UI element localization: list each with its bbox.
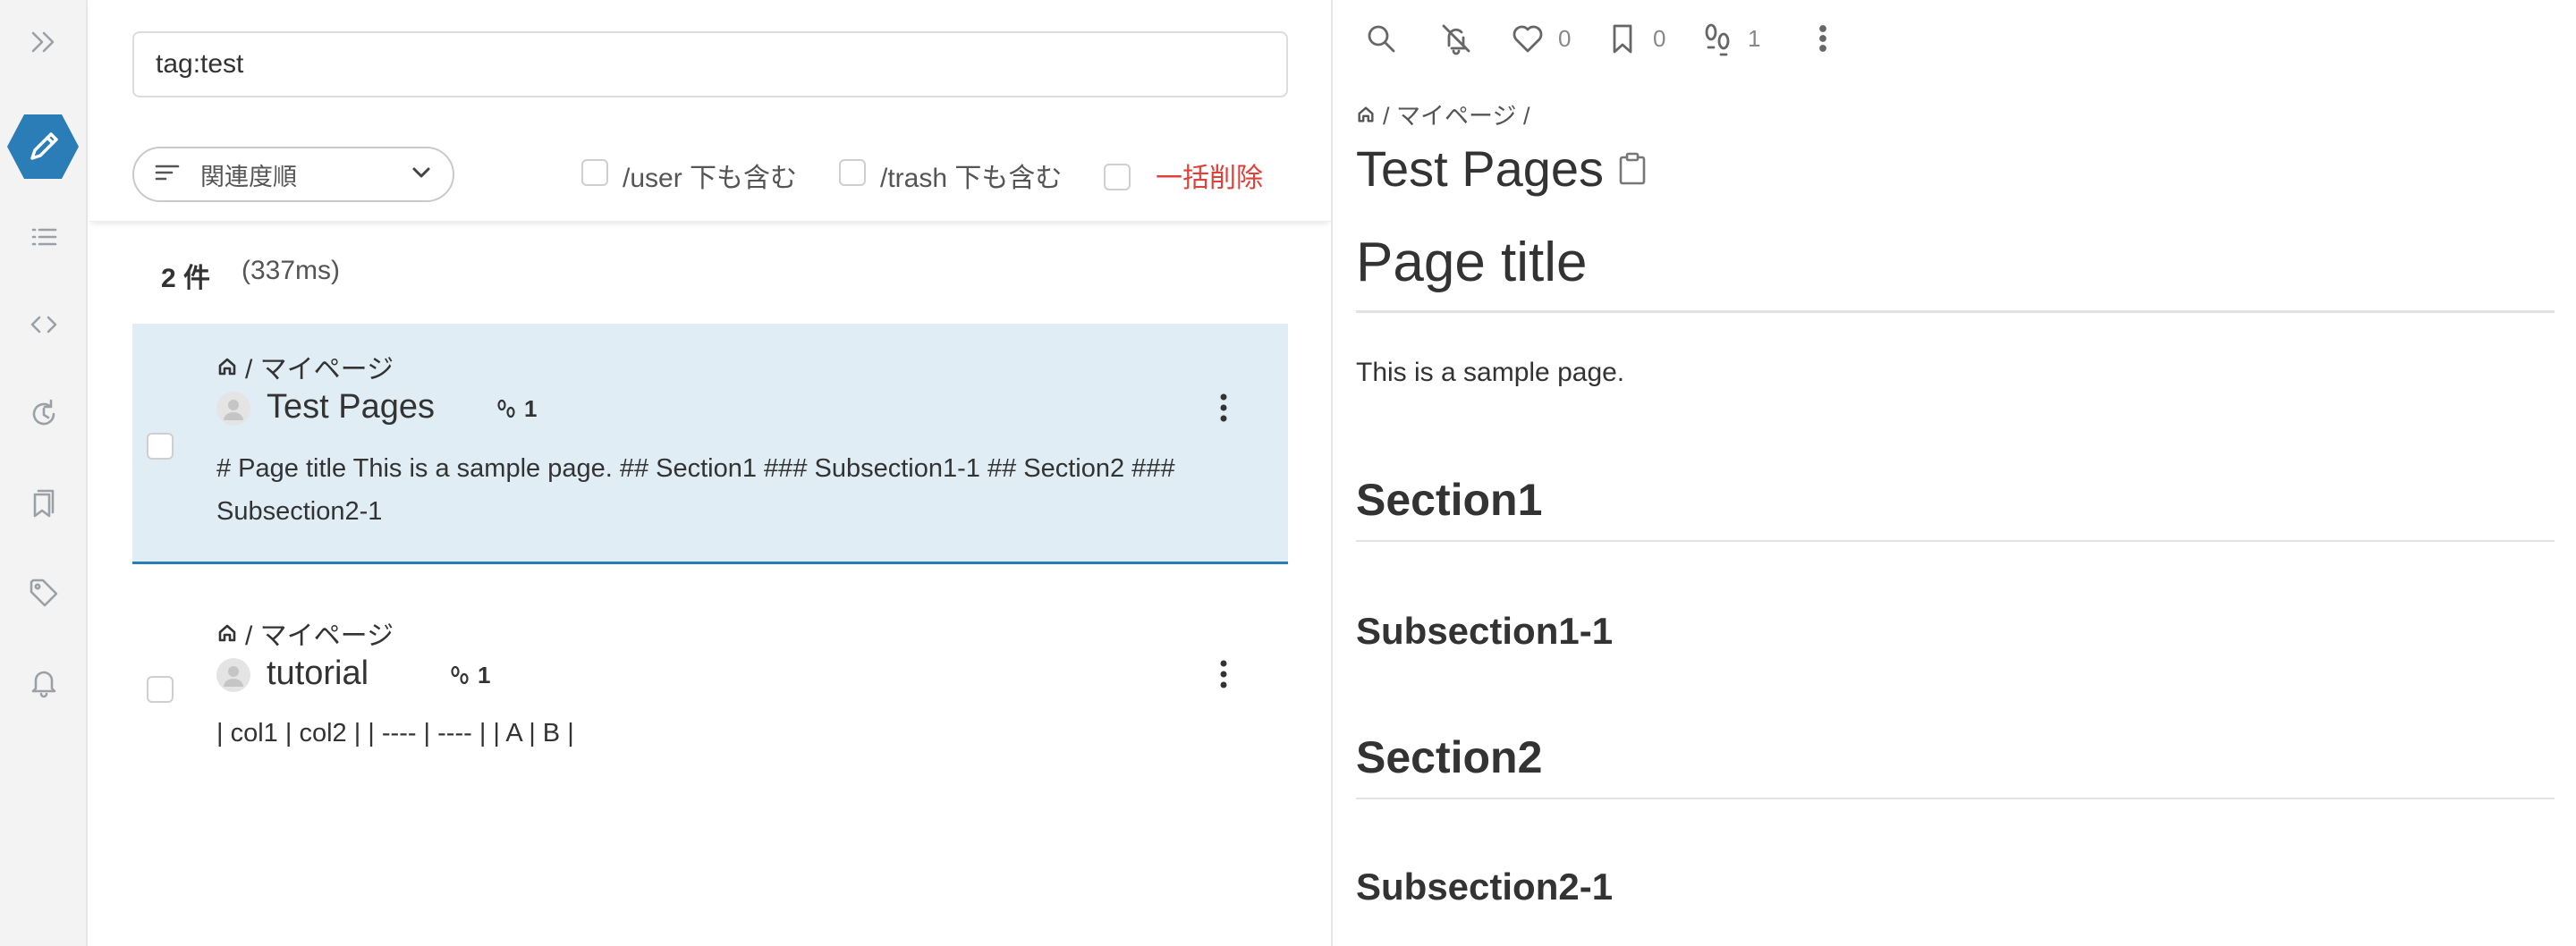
- breadcrumb[interactable]: / マイページ /: [1356, 97, 1530, 131]
- bookmarks-icon: [33, 489, 55, 518]
- seen-users-count: 1: [1748, 24, 1761, 52]
- like-count: 0: [1558, 24, 1572, 52]
- clipboard-icon: [1619, 152, 1646, 185]
- page-title: Test Pages: [1356, 140, 1605, 197]
- result-menu-button[interactable]: [1206, 386, 1241, 429]
- content-heading-subsection1-1: Subsection1-1: [1356, 610, 1614, 652]
- more-options-button[interactable]: [1805, 16, 1841, 61]
- expand-sidebar-button[interactable]: [0, 2, 88, 82]
- code-icon: [30, 316, 57, 334]
- footprints-icon: [497, 399, 515, 418]
- bell-icon: [31, 671, 56, 698]
- like-button[interactable]: 0: [1510, 16, 1571, 61]
- result-path-text: / マイページ: [245, 621, 394, 651]
- include-user-label: /user 下も含む: [623, 164, 798, 193]
- user-icon: [224, 666, 243, 687]
- home-icon: [218, 358, 236, 376]
- sidebar: [0, 0, 88, 946]
- result-time: (337ms): [242, 256, 341, 285]
- bulk-select-checkbox[interactable]: [1104, 164, 1131, 190]
- page-preview: 0 0 1 / マイページ / Test Pages Page title Th…: [1333, 0, 2576, 946]
- more-vertical-icon: [1220, 393, 1227, 422]
- search-icon: [1368, 25, 1395, 53]
- home-icon: [218, 624, 236, 642]
- bulk-delete-button[interactable]: 一括削除: [1156, 156, 1263, 195]
- more-vertical-icon: [1819, 25, 1826, 52]
- result-path[interactable]: / マイページ: [216, 347, 394, 386]
- include-trash-checkbox[interactable]: [839, 159, 866, 186]
- result-path-text: / マイページ: [245, 355, 394, 384]
- home-icon: [1358, 106, 1374, 122]
- recent-changes-icon: [32, 399, 55, 426]
- seen-users-count: 1: [494, 395, 537, 423]
- seen-count: 1: [478, 662, 491, 688]
- sort-select-label: 関連度順: [200, 163, 297, 190]
- include-trash-label: /trash 下も含む: [880, 164, 1063, 193]
- breadcrumb-text: / マイページ /: [1383, 103, 1530, 130]
- search-header: 関連度順 /user 下も含む /trash 下も含む 一括削除: [89, 0, 1331, 222]
- sort-select[interactable]: 関連度順: [132, 147, 454, 202]
- result-menu-button[interactable]: [1206, 653, 1241, 696]
- double-chevron-right-icon: [31, 31, 55, 53]
- result-checkbox[interactable]: [147, 676, 174, 703]
- result-item[interactable]: / マイページ Test Pages 1 # Page title This i…: [132, 324, 1288, 564]
- sidebar-item-recent-changes[interactable]: [0, 374, 88, 454]
- content-heading-section2: Section2: [1356, 731, 2555, 799]
- search-results-panel: 関連度順 /user 下も含む /trash 下も含む 一括削除 2 件 (33…: [89, 0, 1331, 946]
- result-title[interactable]: tutorial: [267, 655, 369, 693]
- result-snippet: # Page title This is a sample page. ## S…: [216, 454, 1175, 526]
- sidebar-item-page-tree[interactable]: [0, 197, 88, 277]
- footprints-icon: [1705, 23, 1730, 56]
- result-checkbox[interactable]: [147, 433, 174, 460]
- search-button[interactable]: [1363, 16, 1399, 61]
- edit-icon: [7, 114, 79, 179]
- avatar: [216, 658, 250, 692]
- sidebar-item-bookmarks[interactable]: [0, 463, 88, 544]
- user-icon: [224, 400, 243, 420]
- content-heading-subsection2-1: Subsection2-1: [1356, 866, 1614, 908]
- chevron-down-icon: [410, 161, 433, 189]
- avatar: [216, 392, 250, 426]
- content-heading-1: Page title: [1356, 231, 2555, 313]
- heart-icon: [1513, 25, 1543, 53]
- content-paragraph: This is a sample page.: [1356, 358, 1625, 387]
- seen-users-button[interactable]: 1: [1699, 16, 1760, 61]
- seen-count: 1: [524, 395, 538, 422]
- result-item[interactable]: / マイページ tutorial 1 | col1 | col2 | | ---…: [132, 590, 1288, 769]
- content-heading-section1: Section1: [1356, 474, 2555, 542]
- more-vertical-icon: [1220, 660, 1227, 688]
- result-title[interactable]: Test Pages: [267, 388, 435, 427]
- copy-path-button[interactable]: [1617, 152, 1648, 186]
- seen-users-count: 1: [447, 662, 490, 689]
- sidebar-item-custom-sidebar[interactable]: [0, 284, 88, 365]
- bell-off-icon: [1442, 24, 1470, 55]
- subscribe-button[interactable]: [1438, 16, 1474, 61]
- bookmark-count: 0: [1653, 24, 1666, 52]
- sidebar-item-tags[interactable]: [0, 553, 88, 633]
- footprints-icon: [451, 665, 469, 684]
- result-snippet: | col1 | col2 | | ---- | ---- | | A | B …: [216, 719, 574, 748]
- tag-icon: [30, 579, 58, 607]
- include-user-checkbox[interactable]: [581, 159, 608, 186]
- result-path[interactable]: / マイページ: [216, 613, 394, 653]
- bookmark-icon: [1613, 24, 1632, 54]
- sort-icon: [154, 159, 181, 190]
- result-count: 2 件: [161, 264, 211, 293]
- list-icon: [31, 228, 57, 246]
- bookmark-button[interactable]: 0: [1605, 16, 1665, 61]
- sidebar-item-notifications[interactable]: [0, 642, 88, 722]
- search-input[interactable]: [132, 31, 1288, 97]
- create-page-button[interactable]: [5, 112, 80, 182]
